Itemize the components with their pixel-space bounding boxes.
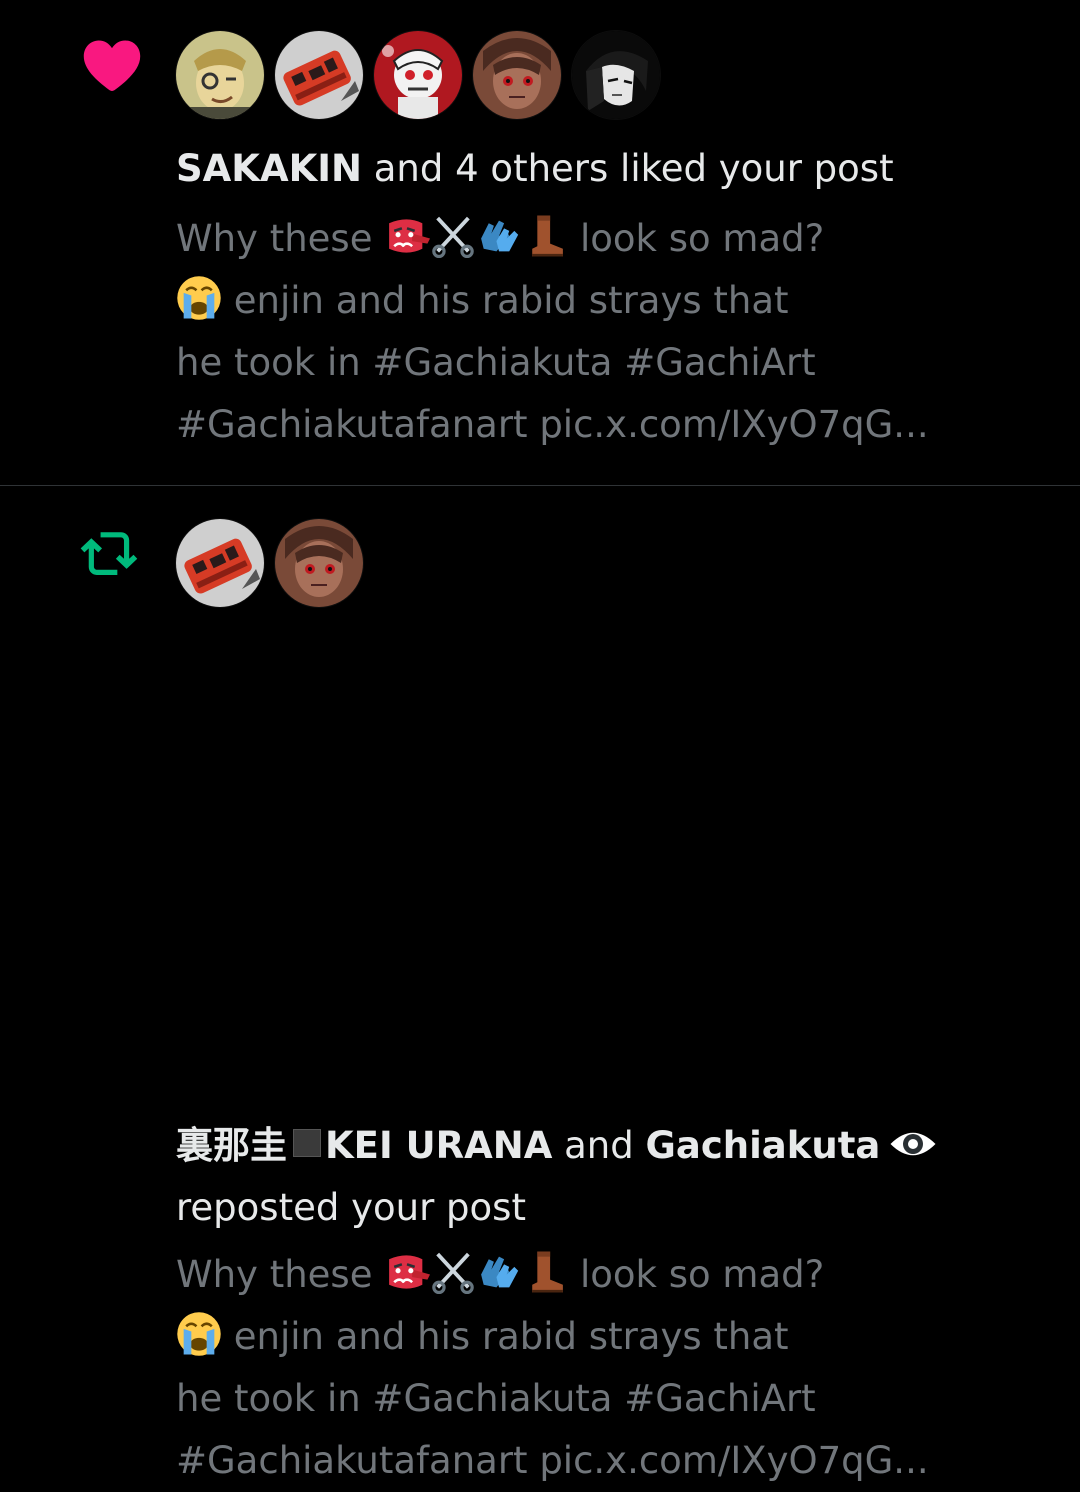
black-square-icon <box>293 1129 321 1157</box>
notification-repost[interactable]: 裏那圭 KEI URANA and Gachiakuta reposted you… <box>0 487 1080 1482</box>
heart-icon <box>83 40 141 92</box>
preview-text: look so mad? <box>580 1253 825 1296</box>
post-preview[interactable]: Why these look so mad? enjin and his rab… <box>176 208 929 456</box>
preview-text: Why these <box>176 1253 373 1296</box>
joiner-text: and <box>552 1124 646 1167</box>
avatar[interactable] <box>473 31 561 119</box>
notification-headline: 裏那圭 KEI URANA and Gachiakuta reposted you… <box>176 1115 938 1239</box>
preview-line: #Gachiakutafanart pic.x.com/IXyO7qG... <box>176 1439 929 1482</box>
reposter-avatars <box>176 519 374 607</box>
notification-action: reposted your post <box>176 1186 526 1229</box>
avatar[interactable] <box>176 31 264 119</box>
liker-avatars <box>176 31 671 119</box>
preview-line: enjin and his rabid strays that <box>176 270 929 332</box>
avatar[interactable] <box>176 519 264 607</box>
actor-name-suffix[interactable]: KEI URANA <box>325 1124 552 1167</box>
post-preview[interactable]: Why these look so mad? enjin and his rab… <box>176 1244 929 1492</box>
eye-icon <box>890 1132 936 1156</box>
preview-text: look so mad? <box>580 217 825 260</box>
preview-line: Why these look so mad? <box>176 208 929 270</box>
avatar[interactable] <box>275 31 363 119</box>
crying-face-emoji <box>176 1311 222 1357</box>
tengu-mask-emoji <box>384 1249 431 1295</box>
crying-face-emoji <box>176 275 222 321</box>
actor-name[interactable]: SAKAKIN <box>176 147 362 190</box>
scissors-emoji <box>430 1249 476 1295</box>
avatar[interactable] <box>275 519 363 607</box>
divider <box>0 485 1080 486</box>
preview-text: enjin and his rabid strays that <box>233 279 789 322</box>
preview-line: he took in #Gachiakuta #GachiArt <box>176 341 816 384</box>
repost-icon <box>80 532 138 575</box>
avatar[interactable] <box>374 31 462 119</box>
notification-like[interactable]: SAKAKIN and 4 others liked your post Why… <box>0 0 1080 486</box>
boot-emoji <box>522 213 568 259</box>
preview-text: enjin and his rabid strays that <box>233 1315 789 1358</box>
gloves-emoji <box>476 1249 522 1295</box>
preview-text: Why these <box>176 217 373 260</box>
actor-name[interactable]: 裏那圭 <box>176 1124 287 1167</box>
scissors-emoji <box>430 213 476 259</box>
gloves-emoji <box>476 213 522 259</box>
preview-line: he took in #Gachiakuta #GachiArt <box>176 1377 816 1420</box>
preview-line: #Gachiakutafanart pic.x.com/IXyO7qG... <box>176 403 929 446</box>
boot-emoji <box>522 1249 568 1295</box>
notification-action: and 4 others liked your post <box>362 147 894 190</box>
actor-name[interactable]: Gachiakuta <box>646 1124 881 1167</box>
preview-line: Why these look so mad? <box>176 1244 929 1306</box>
tengu-mask-emoji <box>384 213 431 259</box>
avatar[interactable] <box>572 31 660 119</box>
notification-headline: SAKAKIN and 4 others liked your post <box>176 138 894 200</box>
preview-line: enjin and his rabid strays that <box>176 1306 929 1368</box>
